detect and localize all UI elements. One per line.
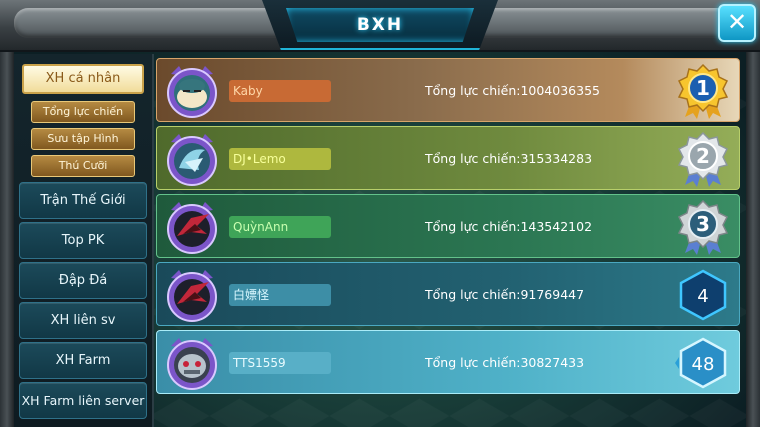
hexagon-rank-icon: 48 (675, 337, 727, 389)
subtab-total-power[interactable]: Tổng lực chiến (31, 101, 135, 123)
power-text: Tổng lực chiến:315334283 (425, 151, 593, 166)
close-button[interactable]: ✕ (718, 4, 756, 42)
nav-top-pk[interactable]: Top PK (19, 222, 147, 259)
nav-smash-stone[interactable]: Đập Đá (19, 262, 147, 299)
ranking-row[interactable]: QuỳnAnn Tổng lực chiến:143542102 3 (156, 194, 740, 258)
player-name: DJ•Lemo (229, 148, 331, 170)
close-icon: ✕ (726, 8, 748, 36)
nav-farm-ranking[interactable]: XH Farm (19, 342, 147, 379)
snorlax-icon (167, 66, 217, 118)
page-title: BXH (356, 15, 404, 35)
red-dragon-icon (167, 202, 217, 254)
power-text: Tổng lực chiến:30827433 (425, 355, 585, 370)
tab-personal-ranking[interactable]: XH cá nhân (22, 64, 144, 94)
nav-cross-server-ranking[interactable]: XH liên sv (19, 302, 147, 339)
silver-medal-icon: 2 (677, 131, 729, 187)
power-text: Tổng lực chiến:1004036355 (425, 83, 600, 98)
rank-number: 3 (696, 212, 710, 236)
subtab-mounts[interactable]: Thú Cưỡi (31, 155, 135, 177)
player-name: QuỳnAnn (229, 216, 331, 238)
blue-bird-icon (167, 134, 217, 186)
red-dragon-icon (167, 270, 217, 322)
side-frame-left (0, 52, 14, 427)
hexagon-rank-icon: 4 (679, 269, 727, 321)
subtab-image-collection[interactable]: Sưu tập Hình (31, 128, 135, 150)
ranking-row[interactable]: TTS1559 Tổng lực chiến:30827433 48 (156, 330, 740, 394)
player-name: Kaby (229, 80, 331, 102)
player-name: 白嫖怪 (229, 284, 331, 306)
rank-number: 2 (696, 144, 710, 168)
bronze-medal-icon: 3 (677, 199, 729, 255)
nav-world-battle[interactable]: Trận Thế Giới (19, 182, 147, 219)
ranking-row[interactable]: 白嫖怪 Tổng lực chiến:91769447 4 (156, 262, 740, 326)
side-frame-right (746, 52, 760, 427)
rank-number: 1 (696, 76, 710, 100)
power-text: Tổng lực chiến:143542102 (425, 219, 593, 234)
rank-number: 4 (697, 286, 708, 307)
ranking-row[interactable]: DJ•Lemo Tổng lực chiến:315334283 2 (156, 126, 740, 190)
ranking-row[interactable]: Kaby Tổng lực chiến:1004036355 1 (156, 58, 740, 122)
steel-beast-icon (167, 338, 217, 390)
gold-medal-icon: 1 (677, 63, 729, 119)
nav-farm-cross-server[interactable]: XH Farm liên server (19, 382, 147, 419)
player-name: TTS1559 (229, 352, 331, 374)
power-text: Tổng lực chiến:91769447 (425, 287, 585, 302)
rank-number: 48 (692, 354, 715, 375)
